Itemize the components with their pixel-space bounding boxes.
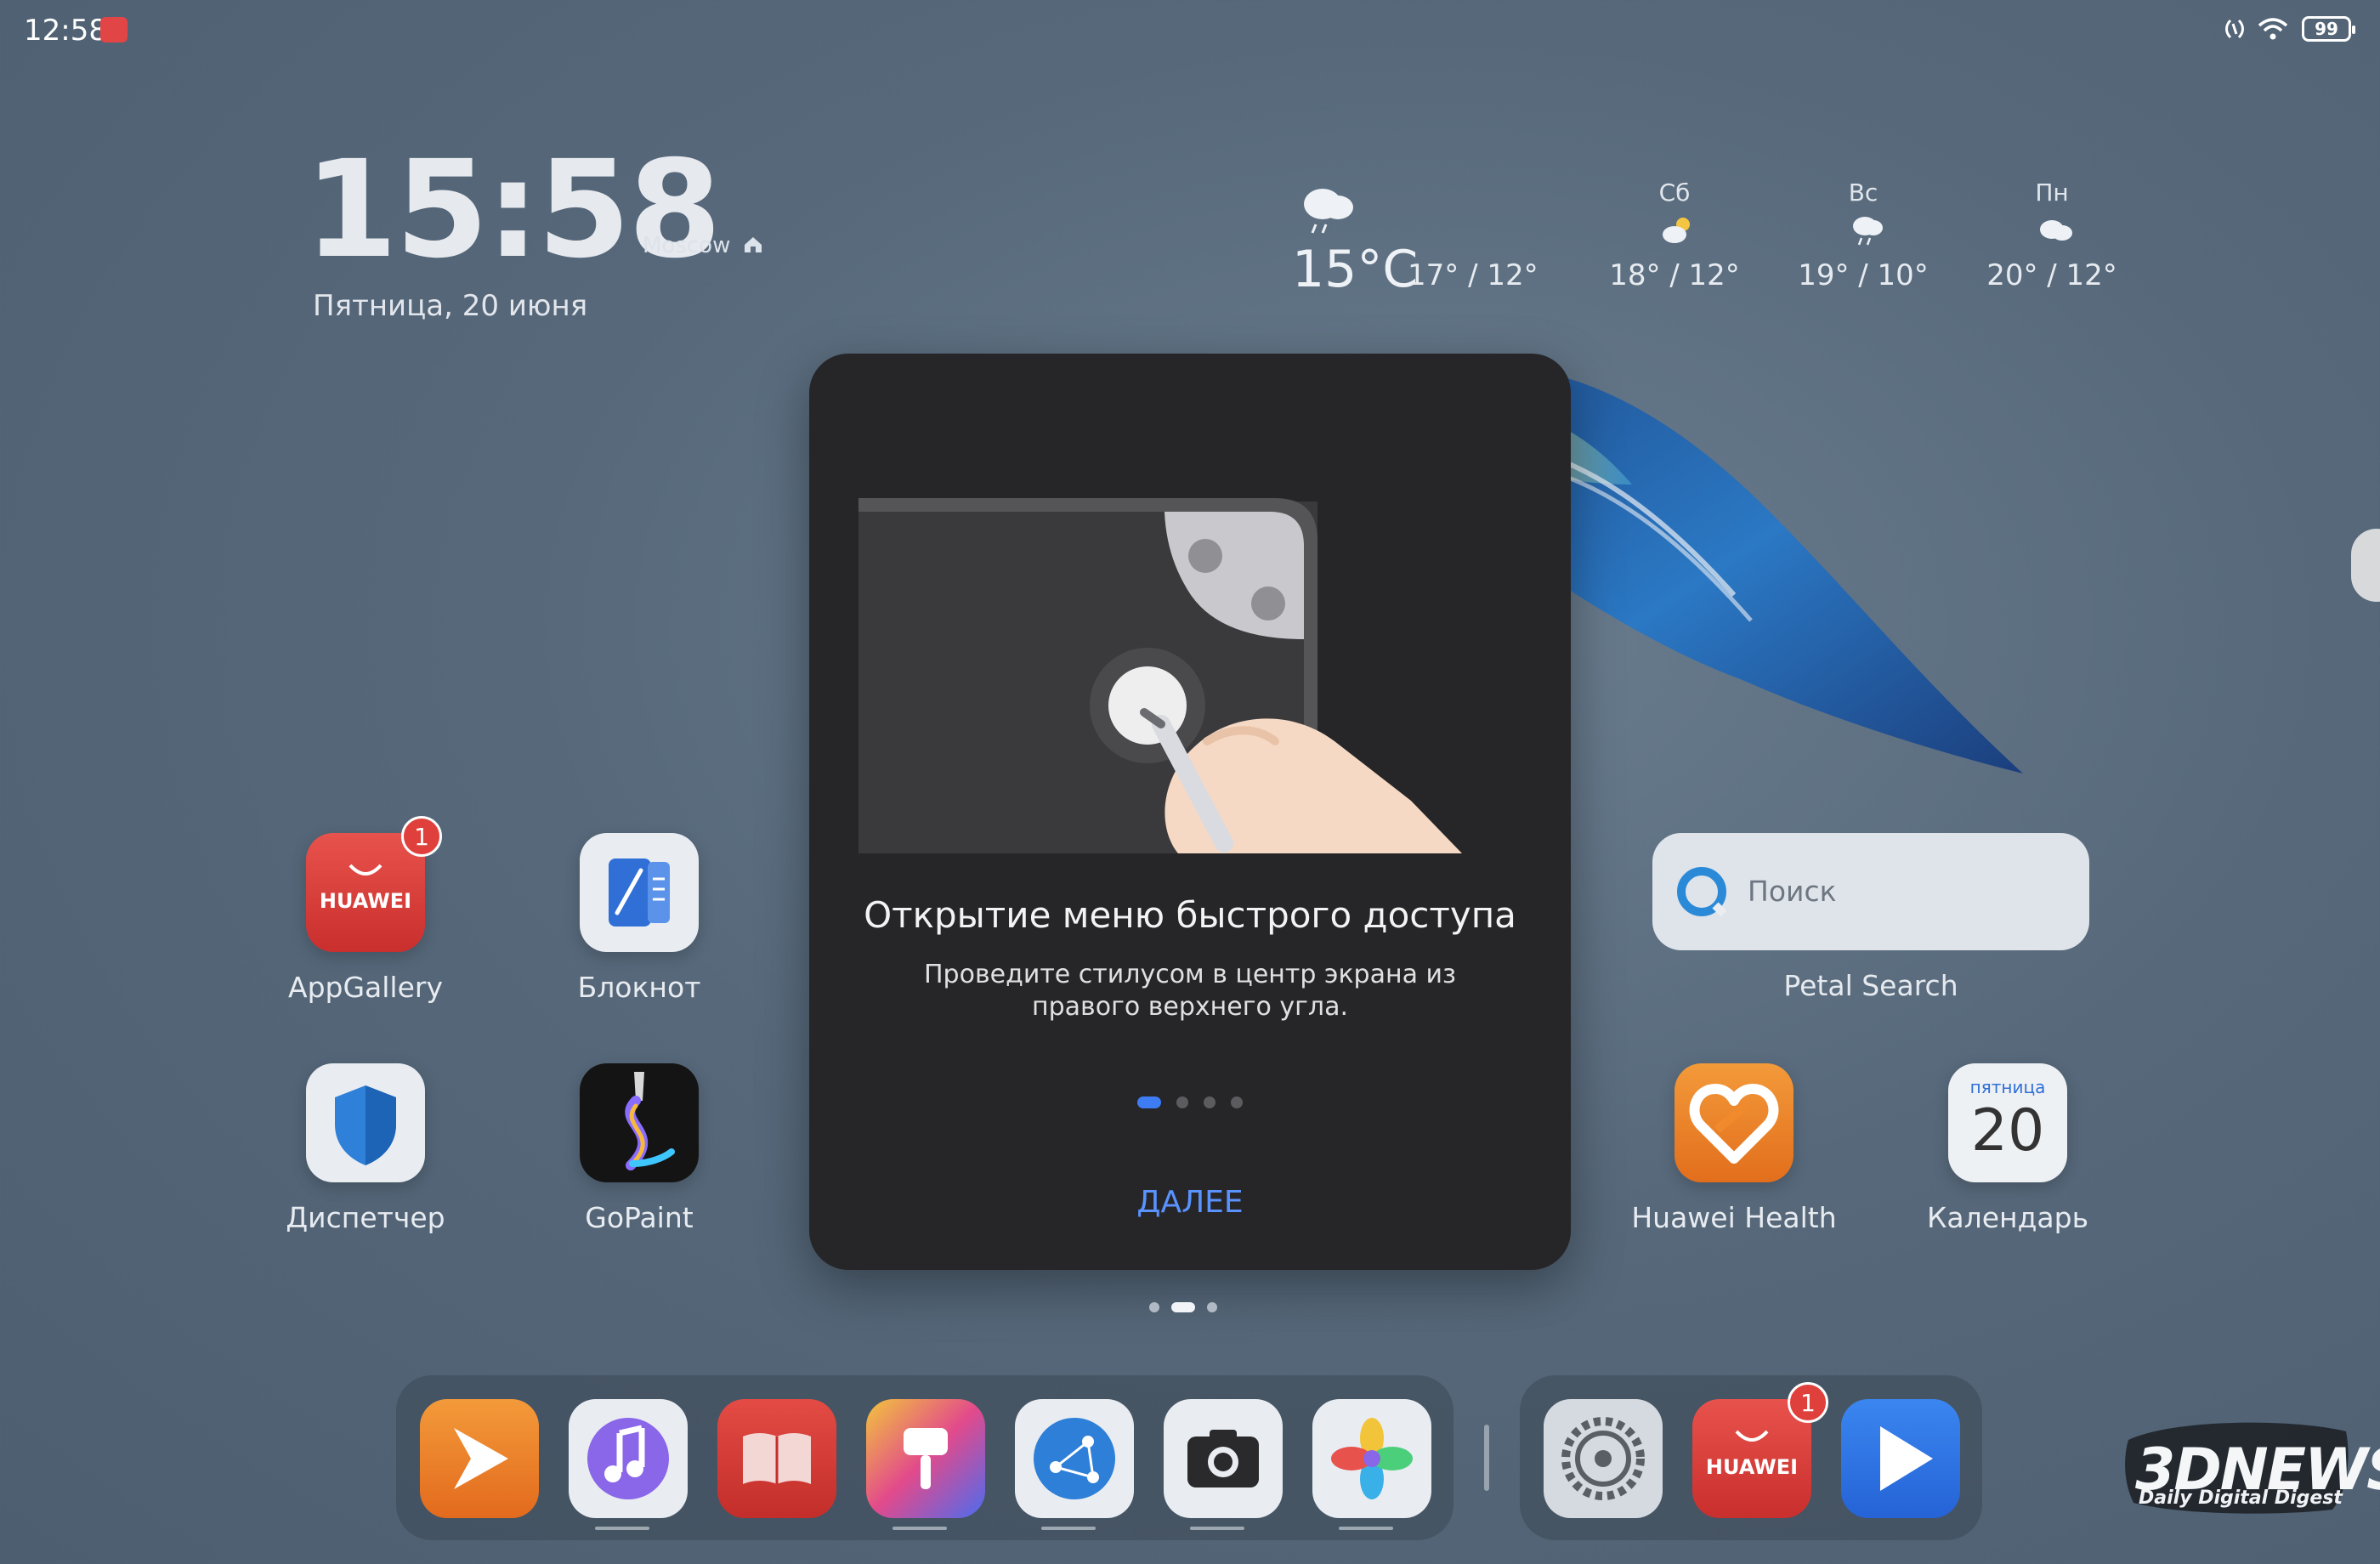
step-dot (1231, 1096, 1243, 1108)
weather-widget[interactable]: 15°C 17° / 12° Сб 18° / 12° Вс 19° / 10°… (1275, 170, 2117, 306)
partly-sunny-icon (1663, 218, 1690, 243)
running-indicator (1190, 1527, 1244, 1530)
running-indicator (892, 1527, 947, 1530)
music-icon[interactable] (569, 1399, 688, 1518)
page-dot[interactable] (1207, 1302, 1217, 1312)
forecast-day: Вс (1848, 178, 1878, 207)
calendar-icon: пятница 20 (1948, 1063, 2067, 1182)
appgallery-icon: HUAWEI 1 (306, 816, 442, 952)
note-pen-icon (609, 858, 670, 926)
forecast-day: Пн (2035, 178, 2069, 207)
video-player-icon[interactable] (420, 1399, 539, 1518)
shield-icon (306, 1063, 425, 1182)
weather-current-temp: 15°C (1292, 240, 1419, 299)
app-label: Календарь (1926, 1201, 2089, 1234)
app-gopaint[interactable]: GoPaint (529, 1063, 750, 1234)
search-widget-label: Petal Search (1783, 969, 1958, 1002)
page-dot[interactable] (1171, 1302, 1195, 1312)
weather-current-range: 17° / 12° (1408, 258, 1538, 292)
settings-icon[interactable] (1544, 1399, 1663, 1518)
books-icon[interactable] (717, 1399, 836, 1518)
step-dot (1176, 1096, 1188, 1108)
cloud-rain-icon (1853, 217, 1883, 246)
running-indicator (595, 1527, 649, 1530)
forecast-range: 20° / 12° (1986, 258, 2117, 292)
page-dot[interactable] (1149, 1302, 1159, 1312)
app-label: Блокнот (577, 971, 701, 1004)
clock-city: Moscow (643, 233, 763, 258)
app-appgallery[interactable]: HUAWEI 1 AppGallery (255, 816, 476, 1004)
stylus-gesture-illustration (858, 498, 1462, 853)
dock-separator (1484, 1425, 1489, 1491)
cloud-icon (2040, 220, 2072, 241)
running-indicator (1339, 1527, 1393, 1530)
appgallery-icon-text: HUAWEI (1706, 1455, 1798, 1479)
play-icon[interactable] (1841, 1399, 1960, 1518)
wifi-icon (2258, 18, 2288, 40)
dialog-body: Проведите стилусом в центр экрана из пра… (924, 960, 1456, 1022)
status-bar: 12:58 99 (0, 0, 2380, 60)
battery-level: 99 (2315, 19, 2338, 39)
gopaint-icon (580, 1063, 699, 1182)
side-panel-handle[interactable] (2351, 529, 2380, 602)
battery-icon: 99 (2302, 16, 2355, 42)
search-placeholder: Поиск (1748, 875, 1837, 908)
status-time: 12:58 (24, 14, 107, 48)
forecast-range: 19° / 10° (1798, 258, 1929, 292)
app-calendar[interactable]: пятница 20 Календарь (1897, 1063, 2118, 1234)
themes-icon[interactable] (866, 1399, 985, 1518)
step-dot (1204, 1096, 1216, 1108)
app-label: Диспетчер (286, 1201, 445, 1234)
forecast-day: Сб (1658, 178, 1691, 207)
app-label: Huawei Health (1631, 1201, 1837, 1234)
notification-badge: 1 (1788, 1382, 1828, 1423)
next-button[interactable]: ДАЛЕЕ (1105, 1178, 1275, 1226)
app-notepad[interactable]: Блокнот (529, 833, 750, 1004)
camera-icon[interactable] (1164, 1399, 1283, 1518)
page-indicator[interactable] (1149, 1302, 1217, 1312)
running-indicator (1041, 1527, 1096, 1530)
city-name: Moscow (643, 233, 731, 258)
health-heart-icon (1674, 1063, 1794, 1182)
app-manager[interactable]: Диспетчер (255, 1063, 476, 1234)
calendar-day: 20 (1970, 1097, 2045, 1164)
status-icons: 99 (2225, 14, 2355, 44)
forecast-range: 18° / 12° (1609, 258, 1740, 292)
app-label: AppGallery (288, 971, 443, 1004)
step-dot (1137, 1096, 1161, 1108)
cloud-rain-icon (1304, 189, 1353, 234)
appgallery-icon[interactable]: HUAWEI 1 (1692, 1382, 1828, 1518)
appgallery-icon-text: HUAWEI (320, 889, 411, 913)
browser-icon[interactable] (1015, 1399, 1134, 1518)
home-icon (744, 237, 762, 252)
notepad-icon (580, 833, 699, 952)
notification-icon (100, 17, 128, 42)
clock-date: Пятница, 20 июня (313, 289, 588, 323)
dialog-title: Открытие меню быстрого доступа (864, 894, 1516, 936)
notification-badge: 1 (401, 816, 442, 857)
dialog-step-indicator (809, 1096, 1571, 1108)
onboarding-dialog (809, 354, 1571, 1270)
app-label: GoPaint (585, 1201, 694, 1234)
nfc-icon (2225, 19, 2244, 39)
app-huawei-health[interactable]: Huawei Health (1624, 1063, 1844, 1234)
petal-search-icon (1677, 867, 1727, 917)
watermark-tagline: Daily Digital Digest (2139, 1488, 2343, 1509)
gallery-icon[interactable] (1312, 1399, 1431, 1518)
calendar-weekday: пятница (1969, 1077, 2046, 1097)
